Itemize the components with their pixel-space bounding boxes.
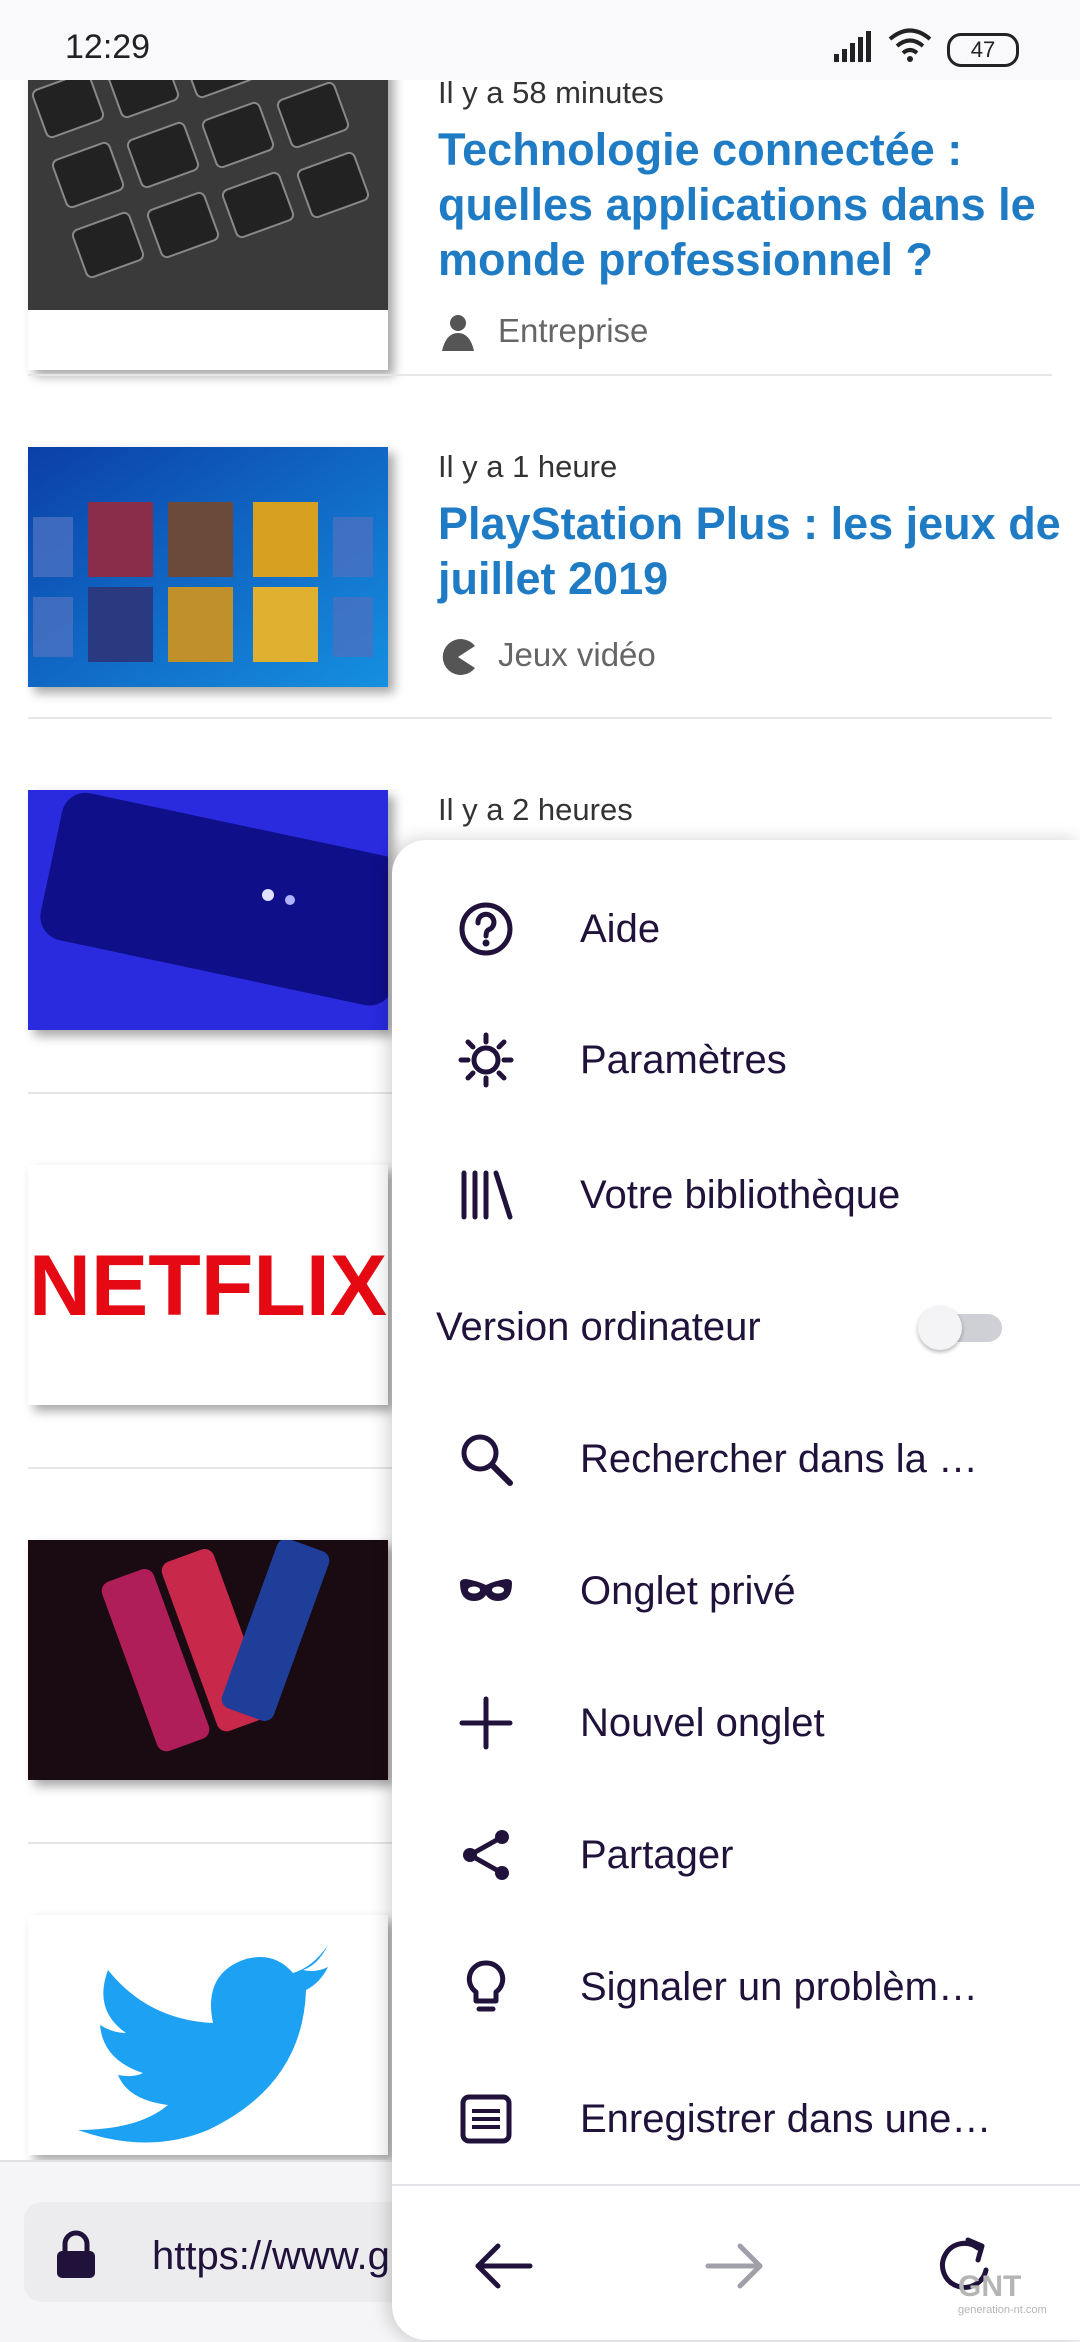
article-thumbnail-games[interactable] [28,447,388,687]
menu-item-find-in-page[interactable]: Rechercher dans la … [392,1404,1080,1514]
share-icon [458,1827,514,1883]
menu-item-report-issue[interactable]: Signaler un problèm… [392,1932,1080,2042]
menu-item-private-tab[interactable]: Onglet privé [392,1536,1080,1646]
article-category[interactable]: Entreprise [438,312,648,353]
article-thumbnail-phone[interactable] [28,790,388,1030]
twitter-bird-icon [28,1915,388,2155]
menu-item-share[interactable]: Partager [392,1800,1080,1910]
person-icon [438,313,478,353]
divider [28,717,1052,719]
menu-item-new-tab[interactable]: Nouvel onglet [392,1668,1080,1778]
menu-item-label: Paramètres [580,1038,787,1082]
url-text[interactable]: https://www.g [152,2234,390,2279]
menu-item-help[interactable]: Aide [392,874,1080,984]
menu-item-desktop-version[interactable]: Version ordinateur [392,1272,1080,1382]
article-time: Il y a 2 heures [438,792,633,827]
netflix-logo: NETFLIX [29,1238,387,1334]
desktop-version-toggle[interactable] [918,1306,1002,1350]
category-label: Jeux vidéo [498,636,656,673]
article-thumbnail-netflix[interactable]: NETFLIX [28,1165,388,1405]
signal-icon [834,30,876,67]
toggle-knob [918,1306,962,1350]
watermark-site: generation-nt.com [958,2304,1047,2316]
menu-item-library[interactable]: Votre bibliothèque [392,1140,1080,1250]
article-headline[interactable]: Technologie connectée : quelles applicat… [438,122,1078,287]
menu-item-label: Votre bibliothèque [580,1173,901,1217]
menu-item-label: Partager [580,1833,734,1877]
library-icon [458,1167,514,1223]
article-headline[interactable]: PlayStation Plus : les jeux de juillet 2… [438,496,1078,606]
search-icon [458,1431,514,1487]
article-time: Il y a 1 heure [438,449,618,484]
article-thumbnail-twitter[interactable] [28,1915,388,2155]
menu-item-label: Aide [580,907,661,951]
menu-navigation-bar [392,2184,1080,2342]
menu-item-save-to-collection[interactable]: Enregistrer dans une… [392,2064,1080,2174]
menu-item-label: Enregistrer dans une… [580,2097,992,2141]
menu-item-settings[interactable]: Paramètres [392,1005,1080,1115]
watermark-logo: GNT [958,2270,1022,2303]
browser-menu: Aide Paramètres Votre bibliothèque Versi… [392,840,1080,2340]
watermark: GNT generation-nt.com [958,2270,1047,2316]
pacman-icon [438,637,478,677]
wifi-icon [888,28,932,67]
plus-icon [458,1695,514,1751]
divider [28,374,1052,376]
article-category[interactable]: Jeux vidéo [438,636,656,677]
gear-icon [458,1032,514,1088]
menu-item-label: Rechercher dans la … [580,1437,978,1481]
menu-item-label: Onglet privé [580,1569,796,1613]
status-bar: 12:29 47 [0,0,1080,80]
menu-item-label: Version ordinateur [436,1305,761,1349]
forward-arrow-icon[interactable] [694,2226,774,2306]
article-thumbnail-phones[interactable] [28,1540,388,1780]
bulb-icon [458,1959,514,2015]
back-arrow-icon[interactable] [464,2226,544,2306]
battery-indicator: 47 [947,33,1019,67]
help-icon [458,901,514,957]
status-time: 12:29 [65,28,151,66]
menu-item-label: Signaler un problèm… [580,1965,978,2009]
reader-icon [458,2091,514,2147]
mask-icon [458,1563,514,1619]
menu-item-label: Nouvel onglet [580,1701,825,1745]
article-time: Il y a 58 minutes [438,75,664,110]
lock-icon[interactable] [54,2230,98,2285]
category-label: Entreprise [498,312,649,349]
